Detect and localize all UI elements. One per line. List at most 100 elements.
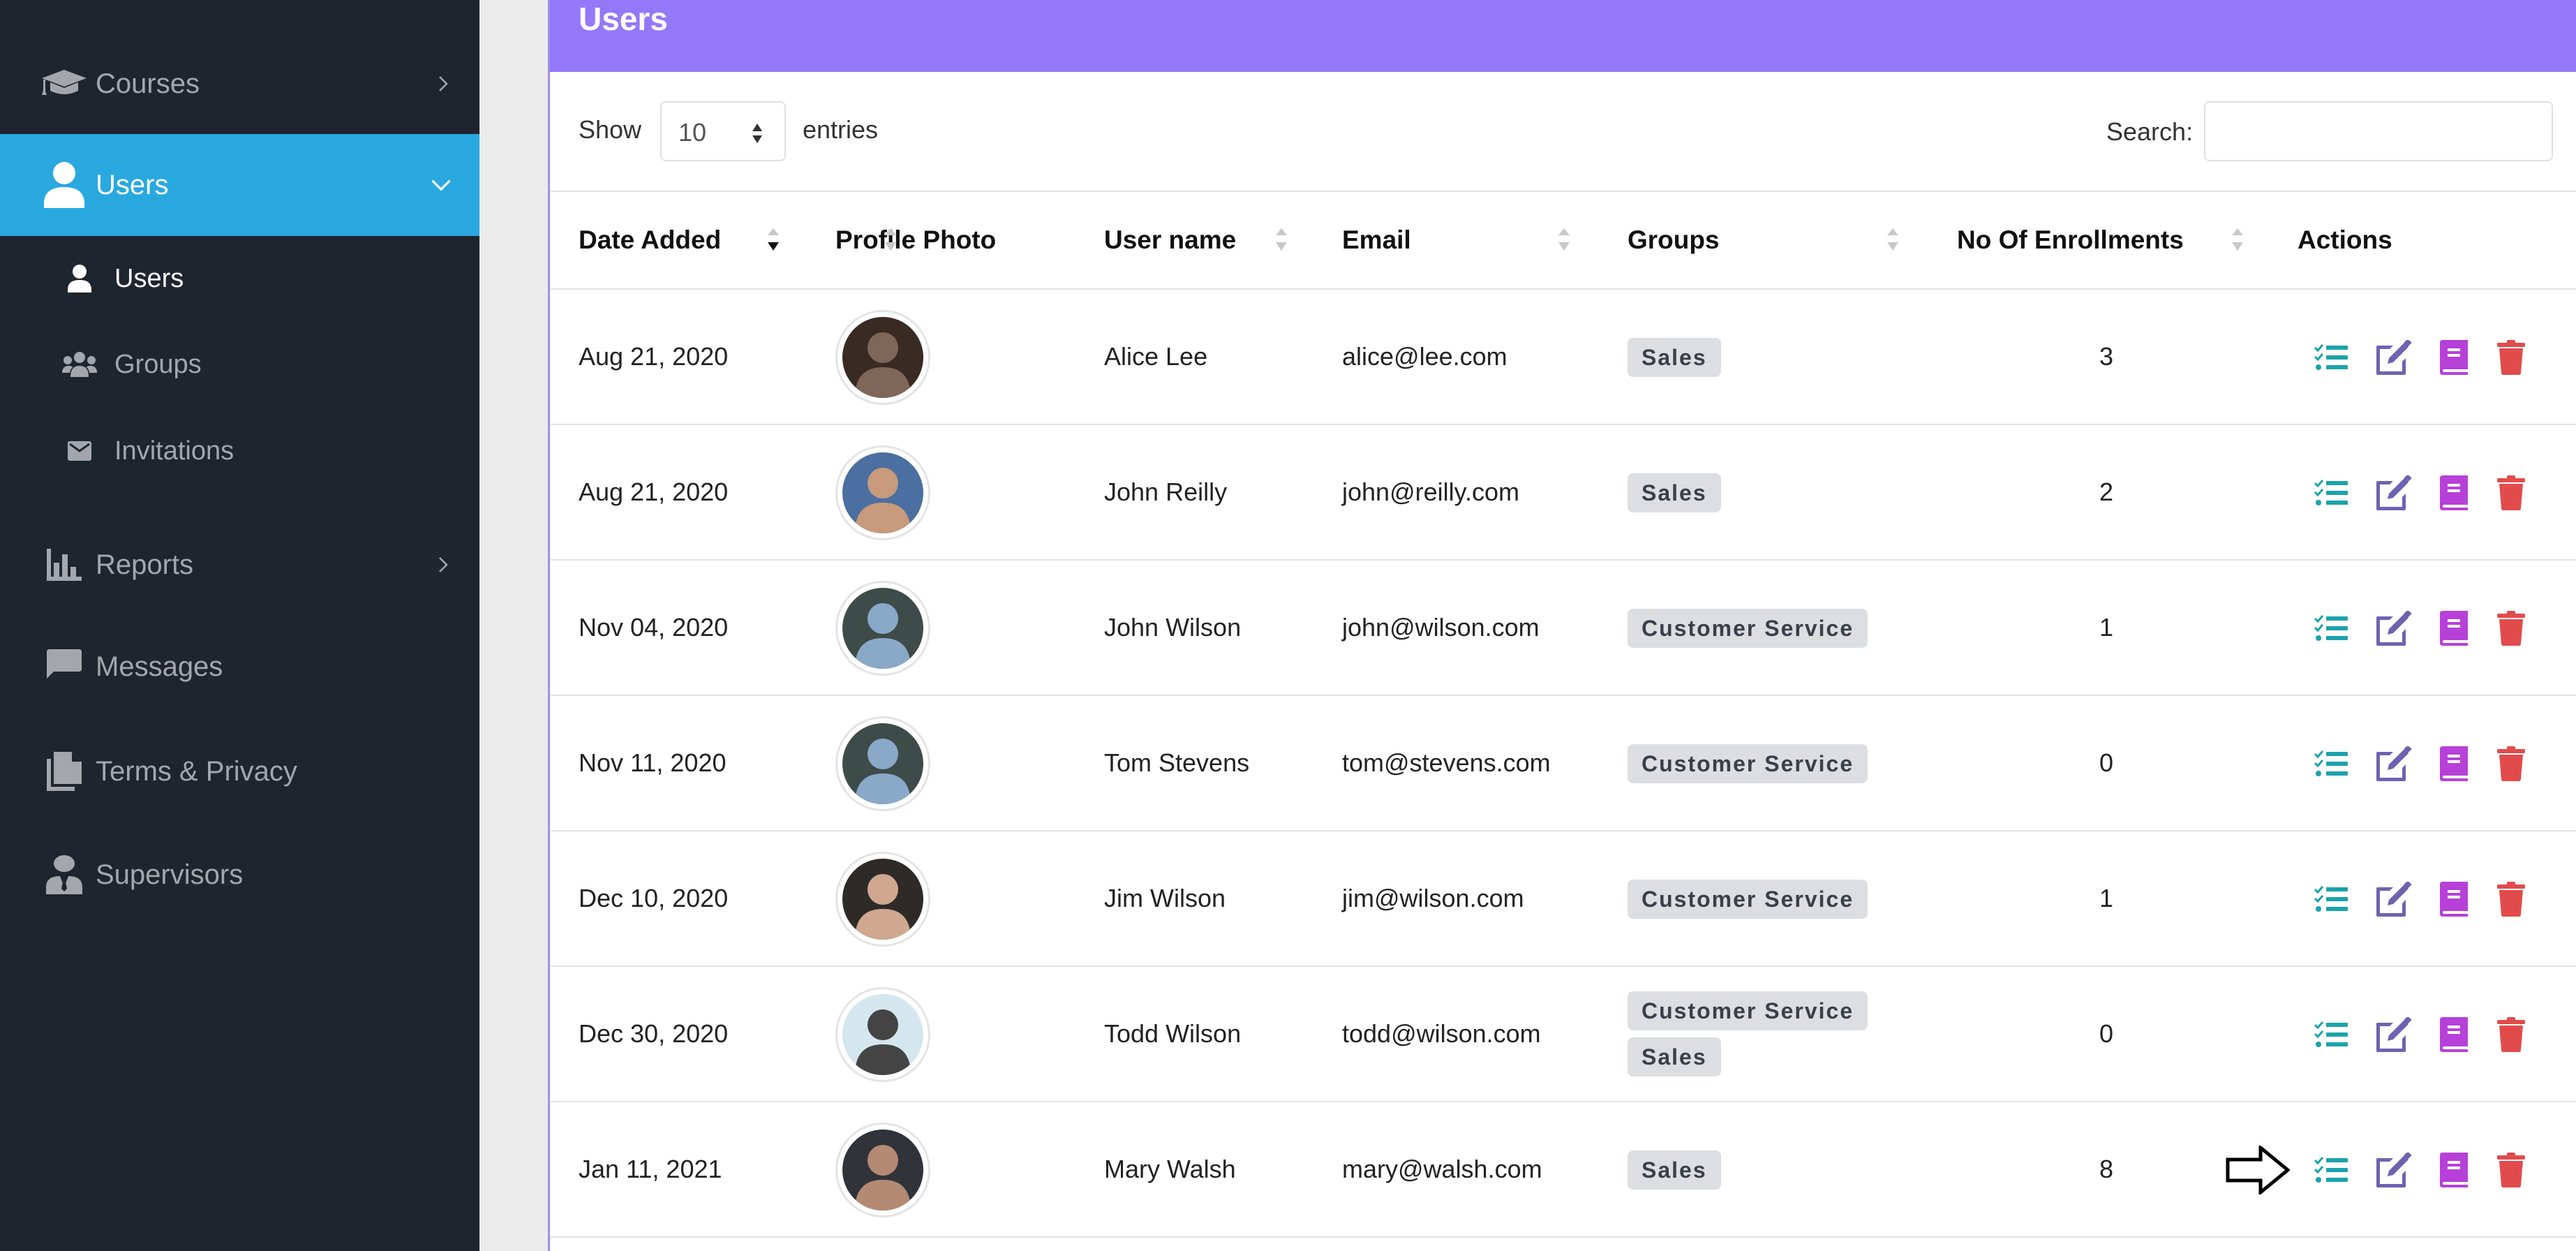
edit-icon [2375, 882, 2413, 917]
users-card: Users Show 10 entries Search: Date Added… [548, 0, 2576, 1251]
delete-button[interactable] [2490, 878, 2532, 920]
column-header-actions: Actions [2298, 225, 2392, 254]
edit-icon [2375, 746, 2413, 781]
edit-button[interactable] [2373, 1149, 2415, 1191]
edit-button[interactable] [2373, 336, 2415, 378]
enrollments-list-button[interactable] [2310, 878, 2352, 920]
column-header-enrollments[interactable]: No Of Enrollments [1957, 225, 2184, 255]
courses-button[interactable] [2433, 1014, 2475, 1056]
courses-button[interactable] [2433, 1149, 2475, 1191]
courses-button[interactable] [2433, 336, 2475, 378]
column-header-groups[interactable]: Groups [1628, 225, 1720, 255]
delete-button[interactable] [2490, 336, 2532, 378]
column-header-date-added[interactable]: Date Added [579, 225, 721, 255]
sidebar-subitem-users[interactable]: Users [0, 236, 479, 321]
profile-photo [835, 852, 930, 947]
checklist-icon [2314, 1021, 2348, 1049]
group-badge: Customer Service [1628, 744, 1868, 783]
sidebar-subitem-invitations[interactable]: Invitations [0, 408, 479, 494]
sidebar-item-reports[interactable]: Reports [0, 515, 479, 614]
courses-button[interactable] [2433, 743, 2475, 785]
table-row: Nov 04, 2020 John Wilson john@wilson.com Cu… [550, 561, 2576, 696]
enrollments-list-button[interactable] [2310, 472, 2352, 514]
bar-chart-icon [40, 544, 88, 586]
user-name: John Wilson [1104, 613, 1242, 642]
user-name: Alice Lee [1104, 342, 1208, 371]
sidebar-item-terms-privacy[interactable]: Terms & Privacy [0, 719, 479, 824]
courses-button[interactable] [2433, 607, 2475, 649]
sidebar-item-supervisors[interactable]: Supervisors [0, 824, 479, 926]
document-icon [40, 750, 88, 792]
column-header-user-name[interactable]: User name [1104, 225, 1236, 255]
email: john@reilly.com [1342, 478, 1519, 506]
delete-button[interactable] [2490, 472, 2532, 514]
column-header-profile-photo[interactable]: Profile Photo [835, 225, 996, 255]
sort-icon[interactable] [1276, 228, 1287, 252]
checklist-icon [2314, 614, 2348, 642]
group-badge: Customer Service [1628, 991, 1868, 1030]
group-badge: Customer Service [1628, 609, 1868, 648]
search-input[interactable] [2204, 101, 2553, 161]
date-added: Dec 10, 2020 [579, 884, 729, 912]
trash-icon [2497, 746, 2525, 781]
sort-desc-icon[interactable] [768, 228, 779, 252]
checklist-icon [2314, 479, 2348, 507]
enrollment-count: 1 [2099, 613, 2114, 642]
enrollments-list-button[interactable] [2310, 607, 2352, 649]
search-label: Search: [2106, 117, 2194, 146]
profile-photo [835, 581, 930, 676]
group-badge: Customer Service [1628, 880, 1868, 919]
table-row: Aug 21, 2020 John Reilly john@reilly.com Sa… [550, 425, 2576, 561]
enrollment-count: 1 [2099, 884, 2114, 912]
table-row: Dec 10, 2020 Jim Wilson jim@wilson.com Cust… [550, 831, 2576, 967]
trash-icon [2497, 611, 2525, 646]
date-added: Jan 11, 2021 [579, 1155, 722, 1183]
show-label: Show [579, 115, 642, 144]
group-badge: Sales [1628, 338, 1721, 377]
sort-icon[interactable] [1558, 228, 1570, 252]
checklist-icon [2314, 750, 2348, 778]
enrollments-list-button[interactable] [2310, 336, 2352, 378]
edit-button[interactable] [2373, 607, 2415, 649]
sidebar-subitem-groups[interactable]: Groups [0, 321, 479, 408]
column-header-email[interactable]: Email [1342, 225, 1411, 255]
envelope-icon [61, 434, 98, 468]
page-length-select[interactable]: 10 [660, 101, 786, 161]
edit-button[interactable] [2373, 743, 2415, 785]
edit-button[interactable] [2373, 472, 2415, 514]
sort-icon[interactable] [2232, 228, 2243, 252]
delete-button[interactable] [2490, 1014, 2532, 1056]
profile-photo [835, 310, 930, 405]
edit-button[interactable] [2373, 1014, 2415, 1056]
group-badge: Sales [1628, 1150, 1721, 1190]
edit-button[interactable] [2373, 878, 2415, 920]
email: todd@wilson.com [1342, 1019, 1541, 1048]
select-arrows-icon [752, 124, 762, 143]
table-header: Date Added Profile Photo User name Email… [550, 192, 2576, 290]
table-row: Nov 11, 2020 Tom Stevens tom@stevens.com Cu… [550, 696, 2576, 831]
date-added: Aug 21, 2020 [579, 342, 729, 371]
book-icon [2440, 340, 2468, 375]
enrollment-count: 0 [2099, 1019, 2114, 1048]
enrollments-list-button[interactable] [2310, 1014, 2352, 1056]
delete-button[interactable] [2490, 607, 2532, 649]
date-added: Dec 30, 2020 [579, 1019, 729, 1048]
edit-icon [2375, 1017, 2413, 1052]
table-controls: Show 10 entries Search: [550, 72, 2576, 192]
enrollment-count: 2 [2099, 478, 2114, 506]
courses-button[interactable] [2433, 878, 2475, 920]
sort-icon[interactable] [885, 228, 896, 252]
group-badge: Sales [1628, 1037, 1721, 1076]
delete-button[interactable] [2490, 1149, 2532, 1191]
sidebar-item-courses[interactable]: Courses [0, 34, 479, 134]
enrollments-list-button[interactable] [2310, 1149, 2352, 1191]
sidebar-item-users[interactable]: Users [0, 134, 479, 236]
courses-button[interactable] [2433, 472, 2475, 514]
delete-button[interactable] [2490, 743, 2532, 785]
enrollments-list-button[interactable] [2310, 743, 2352, 785]
sidebar-item-messages[interactable]: Messages [0, 614, 479, 719]
user-name: Tom Stevens [1104, 748, 1250, 777]
sort-icon[interactable] [1887, 228, 1898, 252]
chevron-right-icon [439, 76, 448, 91]
enrollment-count: 0 [2099, 748, 2114, 777]
